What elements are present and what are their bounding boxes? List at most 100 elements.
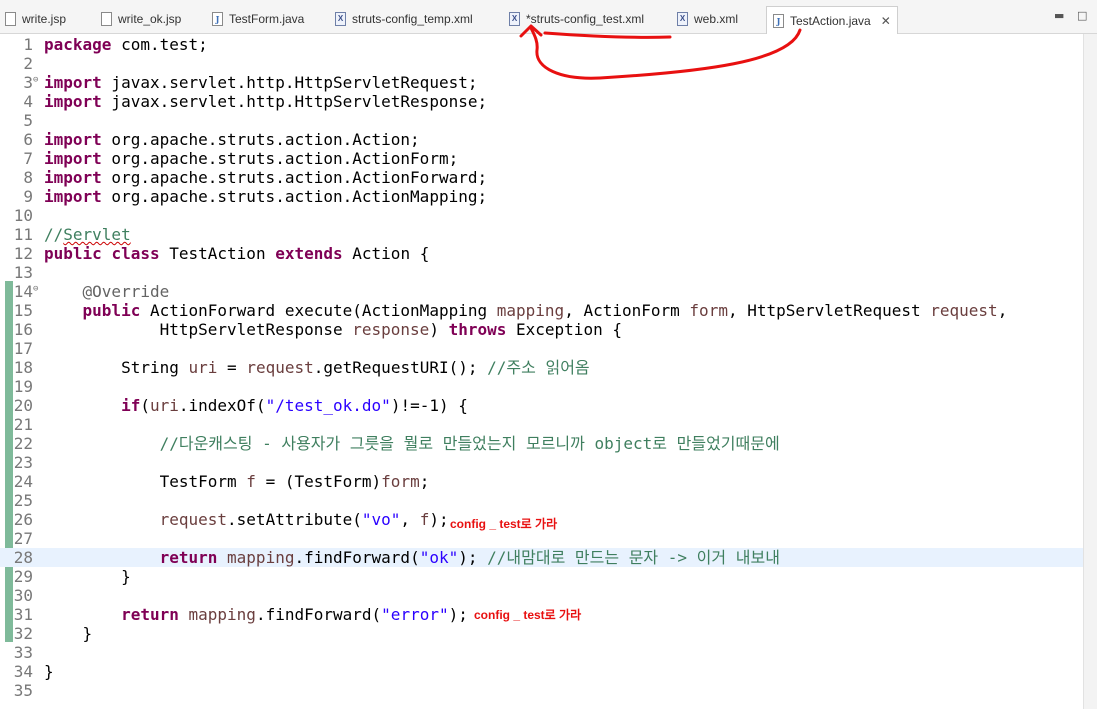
code-token: return: [121, 605, 179, 624]
code-line[interactable]: 34}: [0, 662, 1083, 681]
code-line[interactable]: 21: [0, 415, 1083, 434]
tab-write-jsp[interactable]: write.jsp: [5, 7, 66, 31]
code-text: package com.test;: [44, 35, 208, 54]
note-line-26: config _ test로 가라: [450, 517, 558, 531]
code-token: import: [44, 130, 102, 149]
code-line[interactable]: 24 TestForm f = (TestForm)form;: [0, 472, 1083, 491]
code-line[interactable]: 8 import org.apache.struts.action.ActionF…: [0, 168, 1083, 187]
line-number: 21: [13, 415, 33, 434]
code-token: request: [930, 301, 998, 320]
line-number: 8: [23, 168, 33, 187]
maximize-icon[interactable]: □: [1077, 9, 1087, 22]
tab-testform-java[interactable]: J TestForm.java: [212, 7, 304, 31]
code-token: javax.servlet.http.HttpServletRequest;: [101, 73, 478, 92]
code-line[interactable]: 15 public ActionForward execute(ActionMa…: [0, 301, 1083, 320]
code-token: javax.servlet.http.HttpServletResponse;: [101, 92, 488, 111]
code-line[interactable]: 6 import org.apache.struts.action.Action;: [0, 130, 1083, 149]
code-line[interactable]: 1 package com.test;: [0, 35, 1083, 54]
code-line[interactable]: 18 String uri = request.getRequestURI();…: [0, 358, 1083, 377]
code-line[interactable]: 13: [0, 263, 1083, 282]
code-line[interactable]: 20 if(uri.indexOf("/test_ok.do")!=-1) {: [0, 396, 1083, 415]
code-token: Servlet: [63, 225, 131, 244]
code-token: class: [111, 244, 160, 263]
fold-toggle-icon[interactable]: ⊖: [33, 282, 38, 297]
code-token: throws: [448, 320, 507, 339]
line-number: 34: [13, 662, 33, 681]
code-line[interactable]: 19: [0, 377, 1083, 396]
xml-file-icon: X: [335, 12, 346, 26]
close-icon[interactable]: ✕: [881, 14, 891, 28]
code-line[interactable]: 29 }: [0, 567, 1083, 586]
code-line[interactable]: 3 ⊖ import javax.servlet.http.HttpServletR…: [0, 73, 1083, 92]
code-line[interactable]: 16 HttpServletResponse response) throws …: [0, 320, 1083, 339]
code-token: "error": [381, 605, 449, 624]
tab-struts-config-test-xml[interactable]: X *struts-config_test.xml: [509, 7, 644, 31]
code-line[interactable]: 23: [0, 453, 1083, 472]
code-token: uri: [149, 396, 179, 415]
code-text: //Servlet: [44, 225, 131, 244]
tab-testaction-java[interactable]: J TestAction.java ✕: [766, 6, 898, 34]
code-token: )!=-1) {: [390, 396, 468, 415]
line-number: 27: [13, 529, 33, 548]
code-token: }: [44, 624, 93, 643]
tab-write-ok-jsp[interactable]: write_ok.jsp: [101, 7, 181, 31]
code-token: org.apache.struts.action.Action;: [101, 130, 420, 149]
code-token: = (TestForm): [255, 472, 382, 491]
fold-toggle-icon[interactable]: ⊖: [33, 73, 38, 88]
code-line[interactable]: 33: [0, 643, 1083, 662]
minimize-icon[interactable]: ▬: [1054, 9, 1064, 22]
code-text: @Override: [44, 282, 170, 301]
code-line[interactable]: 10: [0, 206, 1083, 225]
line-number: 17: [13, 339, 33, 358]
code-line[interactable]: 28 return mapping.findForward("ok"); //내…: [0, 548, 1083, 567]
code-token: //주소 읽어옴: [487, 358, 590, 377]
line-number: 15: [13, 301, 33, 320]
code-text: HttpServletResponse response) throws Exc…: [44, 320, 622, 339]
code-line[interactable]: 11 //Servlet: [0, 225, 1083, 244]
code-line[interactable]: 17: [0, 339, 1083, 358]
code-token: Exception {: [506, 320, 622, 339]
code-line[interactable]: 32 }: [0, 624, 1083, 643]
tab-web-xml[interactable]: X web.xml: [677, 7, 738, 31]
line-number: 5: [23, 111, 33, 130]
line-number: 20: [13, 396, 33, 415]
code-token: f: [246, 472, 256, 491]
code-line[interactable]: 7 import org.apache.struts.action.ActionF…: [0, 149, 1083, 168]
code-line[interactable]: 9 import org.apache.struts.action.ActionM…: [0, 187, 1083, 206]
code-line[interactable]: 14 ⊖ @Override: [0, 282, 1083, 301]
code-line[interactable]: 22 //다운캐스팅 - 사용자가 그릇을 뭘로 만들었는지 모르니까 obje…: [0, 434, 1083, 453]
code-line[interactable]: 35: [0, 681, 1083, 700]
note-line-31: config _ test로 가라: [474, 608, 582, 622]
code-line[interactable]: 5: [0, 111, 1083, 130]
code-line[interactable]: 30: [0, 586, 1083, 605]
code-token: mapping: [496, 301, 565, 320]
code-text: import org.apache.struts.action.ActionFo…: [44, 149, 458, 168]
code-line[interactable]: 25: [0, 491, 1083, 510]
vertical-scrollbar[interactable]: [1083, 34, 1097, 709]
code-text: import javax.servlet.http.HttpServletRes…: [44, 92, 487, 111]
code-line[interactable]: 4 import javax.servlet.http.HttpServletRe…: [0, 92, 1083, 111]
code-token: request: [159, 510, 228, 529]
code-line[interactable]: 12 public class TestAction extends Action…: [0, 244, 1083, 263]
code-text: public class TestAction extends Action {: [44, 244, 429, 263]
code-line[interactable]: 2: [0, 54, 1083, 73]
code-token: .findForward(: [255, 605, 382, 624]
jsp-file-icon: [101, 12, 112, 26]
line-number: 14: [13, 282, 33, 301]
code-token: =: [217, 358, 247, 377]
code-text: //다운캐스팅 - 사용자가 그릇을 뭘로 만들었는지 모르니까 object로…: [44, 434, 780, 453]
tab-label: write.jsp: [22, 12, 67, 26]
xml-file-icon: X: [677, 12, 688, 26]
line-number: 12: [13, 244, 33, 263]
code-text: }: [44, 624, 93, 643]
code-token: org.apache.struts.action.ActionForward;: [101, 168, 488, 187]
line-number: 16: [13, 320, 33, 339]
code-token: (: [140, 396, 150, 415]
tab-struts-config-temp-xml[interactable]: X struts-config_temp.xml: [335, 7, 473, 31]
